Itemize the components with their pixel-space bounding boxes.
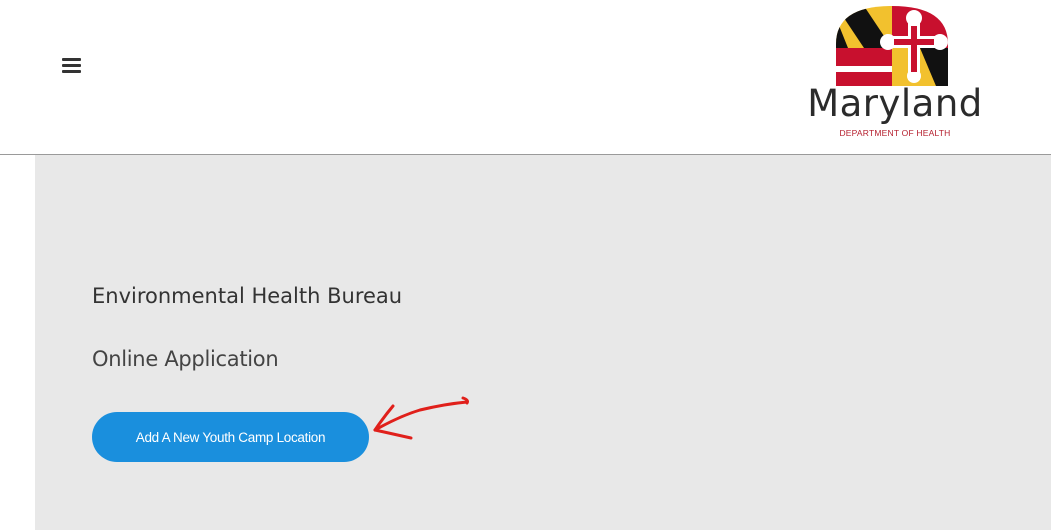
- site-header: Maryland DEPARTMENT OF HEALTH: [0, 0, 1051, 155]
- logo-department: DEPARTMENT OF HEALTH: [839, 128, 951, 138]
- page-title: Environmental Health Bureau: [92, 284, 403, 308]
- menu-bar: [62, 58, 81, 61]
- menu-bar: [62, 64, 81, 67]
- add-youth-camp-location-button[interactable]: Add A New Youth Camp Location: [92, 412, 369, 462]
- hamburger-menu-icon[interactable]: [58, 53, 86, 79]
- logo-wordmark: Maryland: [807, 82, 983, 125]
- main-content: Environmental Health Bureau Online Appli…: [35, 155, 1051, 530]
- page-subtitle: Online Application: [92, 347, 279, 371]
- maryland-health-logo[interactable]: Maryland DEPARTMENT OF HEALTH: [800, 4, 990, 150]
- red-arrow-annotation-icon: [373, 396, 469, 440]
- maryland-flag-icon: [836, 6, 948, 86]
- page: Maryland DEPARTMENT OF HEALTH Environmen…: [0, 0, 1051, 530]
- menu-bar: [62, 70, 81, 73]
